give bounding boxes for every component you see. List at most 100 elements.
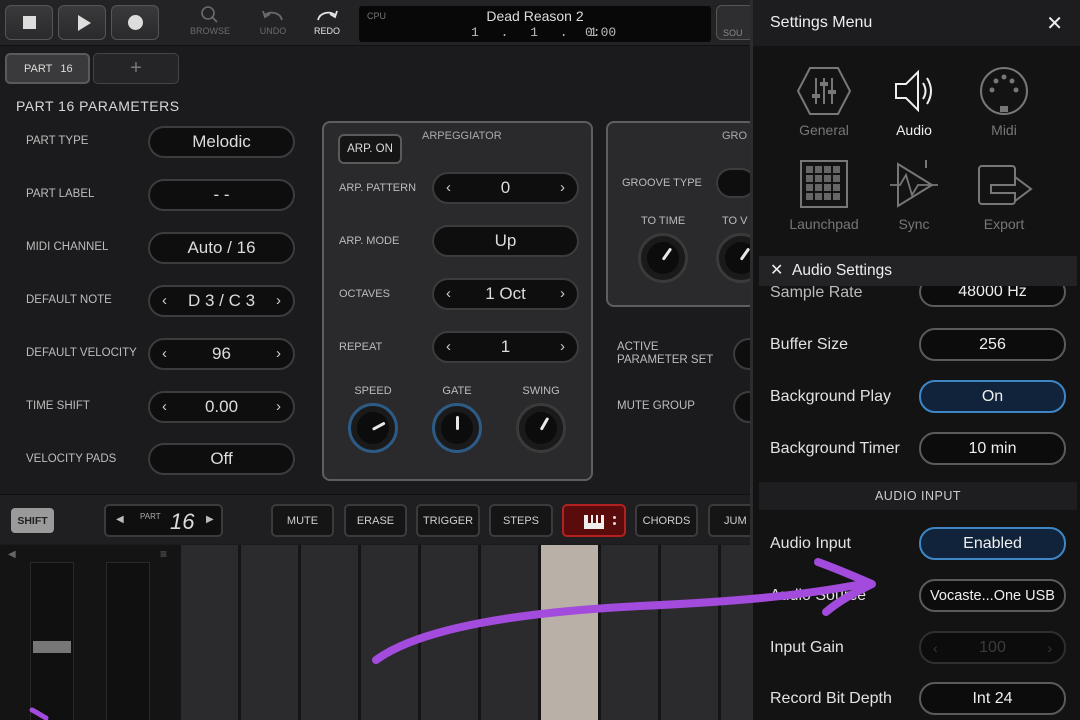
chevron-right-icon[interactable]: ›: [276, 398, 281, 415]
audio-input-section-header: AUDIO INPUT: [759, 482, 1077, 510]
record-bit-depth-select[interactable]: Int 24: [919, 682, 1066, 715]
key-pad[interactable]: [601, 545, 659, 720]
audio-settings-title: Audio Settings: [792, 262, 892, 279]
close-icon[interactable]: ✕: [1046, 11, 1063, 36]
close-icon[interactable]: ✕: [770, 260, 783, 280]
shift-button[interactable]: SHIFT: [11, 508, 54, 533]
caret-left-icon[interactable]: ◀: [116, 514, 124, 525]
chevron-right-icon[interactable]: ›: [276, 345, 281, 362]
category-export[interactable]: Export: [959, 160, 1049, 232]
key-pad[interactable]: [421, 545, 479, 720]
buffer-size-select[interactable]: 256: [919, 328, 1066, 361]
midi-din-icon: [980, 67, 1028, 115]
part-selector-label: PART: [140, 512, 161, 521]
repeat-label: REPEAT: [339, 341, 383, 353]
input-gain-stepper[interactable]: ‹ 100 ›: [919, 631, 1066, 664]
arp-on-button[interactable]: ARP. ON: [338, 134, 402, 164]
caret-right-icon[interactable]: ▶: [206, 514, 214, 525]
chords-button[interactable]: CHORDS: [635, 504, 698, 537]
audio-input-toggle[interactable]: Enabled: [919, 527, 1066, 560]
repeat-stepper[interactable]: ‹ 1 ›: [432, 331, 579, 363]
chevron-left-icon[interactable]: ‹: [162, 345, 167, 362]
category-general-label: General: [799, 122, 849, 138]
category-audio[interactable]: Audio: [869, 66, 959, 138]
default-note-stepper[interactable]: ‹ D 3 / C 3 ›: [148, 285, 295, 317]
key-pad[interactable]: [361, 545, 419, 720]
midi-channel-value: Auto / 16: [187, 238, 256, 257]
trigger-button[interactable]: TRIGGER: [416, 504, 480, 537]
erase-button[interactable]: ERASE: [344, 504, 407, 537]
mod-slider[interactable]: [106, 562, 150, 720]
chevron-right-icon[interactable]: ›: [560, 285, 565, 302]
chevron-left-icon[interactable]: ‹: [162, 292, 167, 309]
chevron-left-icon[interactable]: ‹: [446, 285, 451, 302]
arp-pattern-stepper[interactable]: ‹ 0 ›: [432, 172, 579, 204]
key-pad[interactable]: [661, 545, 719, 720]
buffer-size-label: Buffer Size: [770, 336, 848, 353]
play-icon: [77, 14, 91, 31]
chevron-right-icon[interactable]: ›: [560, 179, 565, 196]
erase-label: ERASE: [356, 514, 395, 527]
time-shift-stepper[interactable]: ‹ 0.00 ›: [148, 391, 295, 423]
pitch-slider-handle[interactable]: [33, 641, 71, 653]
arp-on-label: ARP. ON: [347, 143, 393, 155]
steps-button[interactable]: STEPS: [489, 504, 553, 537]
chevron-right-icon[interactable]: ›: [276, 292, 281, 309]
active-parameter-set-line2: PARAMETER SET: [617, 354, 714, 366]
swing-label: SWING: [522, 385, 560, 397]
song-display[interactable]: CPU Dead Reason 2 1 . 1 . 1 0:00: [359, 6, 711, 42]
chevron-left-icon[interactable]: ‹: [933, 640, 938, 656]
chevron-left-icon[interactable]: ‹: [446, 338, 451, 355]
arp-mode-label: ARP. MODE: [339, 235, 400, 247]
velocity-pads-toggle[interactable]: Off: [148, 443, 295, 475]
mute-label: MUTE: [286, 514, 319, 527]
record-icon: [127, 15, 143, 30]
gate-knob[interactable]: [432, 403, 482, 453]
midi-channel-select[interactable]: Auto / 16: [148, 232, 295, 264]
background-timer-select[interactable]: 10 min: [919, 432, 1066, 465]
play-button[interactable]: [58, 5, 106, 40]
background-play-toggle[interactable]: On: [919, 380, 1066, 413]
add-part-button[interactable]: +: [93, 53, 179, 84]
key-pad[interactable]: [301, 545, 359, 720]
audio-source-label: Audio Source: [770, 587, 867, 604]
swing-knob[interactable]: [516, 403, 566, 453]
record-button[interactable]: [111, 5, 159, 40]
undo-button[interactable]: UNDO: [243, 6, 303, 36]
pitch-slider[interactable]: [30, 562, 74, 720]
category-launchpad[interactable]: Launchpad: [779, 160, 869, 232]
category-midi[interactable]: Midi: [959, 66, 1049, 138]
audio-source-select[interactable]: Vocaste...One USB: [919, 579, 1066, 612]
chevron-left-icon[interactable]: ‹: [446, 179, 451, 196]
redo-button[interactable]: REDO: [297, 6, 357, 36]
groove-to-time-knob[interactable]: [638, 233, 688, 283]
collapse-left-icon[interactable]: ◀: [8, 549, 16, 560]
part-tab-16[interactable]: PART 16: [5, 53, 90, 84]
chevron-left-icon[interactable]: ‹: [162, 398, 167, 415]
category-sync[interactable]: Sync: [869, 160, 959, 232]
sound-label: SOU: [723, 28, 743, 38]
key-pad-lit[interactable]: [541, 545, 599, 720]
mute-button[interactable]: MUTE: [271, 504, 334, 537]
arp-mode-select[interactable]: Up: [432, 225, 579, 257]
default-velocity-stepper[interactable]: ‹ 96 ›: [148, 338, 295, 370]
key-pad[interactable]: [181, 545, 239, 720]
part-selector[interactable]: ◀ PART 16 ▶: [104, 504, 223, 537]
part-tab-number: 16: [60, 62, 73, 75]
part-type-select[interactable]: Melodic: [148, 126, 295, 158]
groove-type-label: GROOVE TYPE: [622, 177, 702, 189]
speed-knob[interactable]: [348, 403, 398, 453]
chevron-right-icon[interactable]: ›: [560, 338, 565, 355]
stop-button[interactable]: [5, 5, 53, 40]
category-general[interactable]: General: [779, 66, 869, 138]
menu-icon[interactable]: ≡: [160, 547, 167, 561]
part-label-field[interactable]: - -: [148, 179, 295, 211]
browse-button[interactable]: BROWSE: [180, 6, 240, 36]
category-midi-label: Midi: [991, 122, 1017, 138]
octaves-stepper[interactable]: ‹ 1 Oct ›: [432, 278, 579, 310]
chevron-right-icon[interactable]: ›: [1047, 640, 1052, 656]
keyboard-mode-button[interactable]: [562, 504, 626, 537]
settings-header: Settings Menu ✕: [753, 0, 1080, 46]
key-pad[interactable]: [241, 545, 299, 720]
key-pad[interactable]: [481, 545, 539, 720]
